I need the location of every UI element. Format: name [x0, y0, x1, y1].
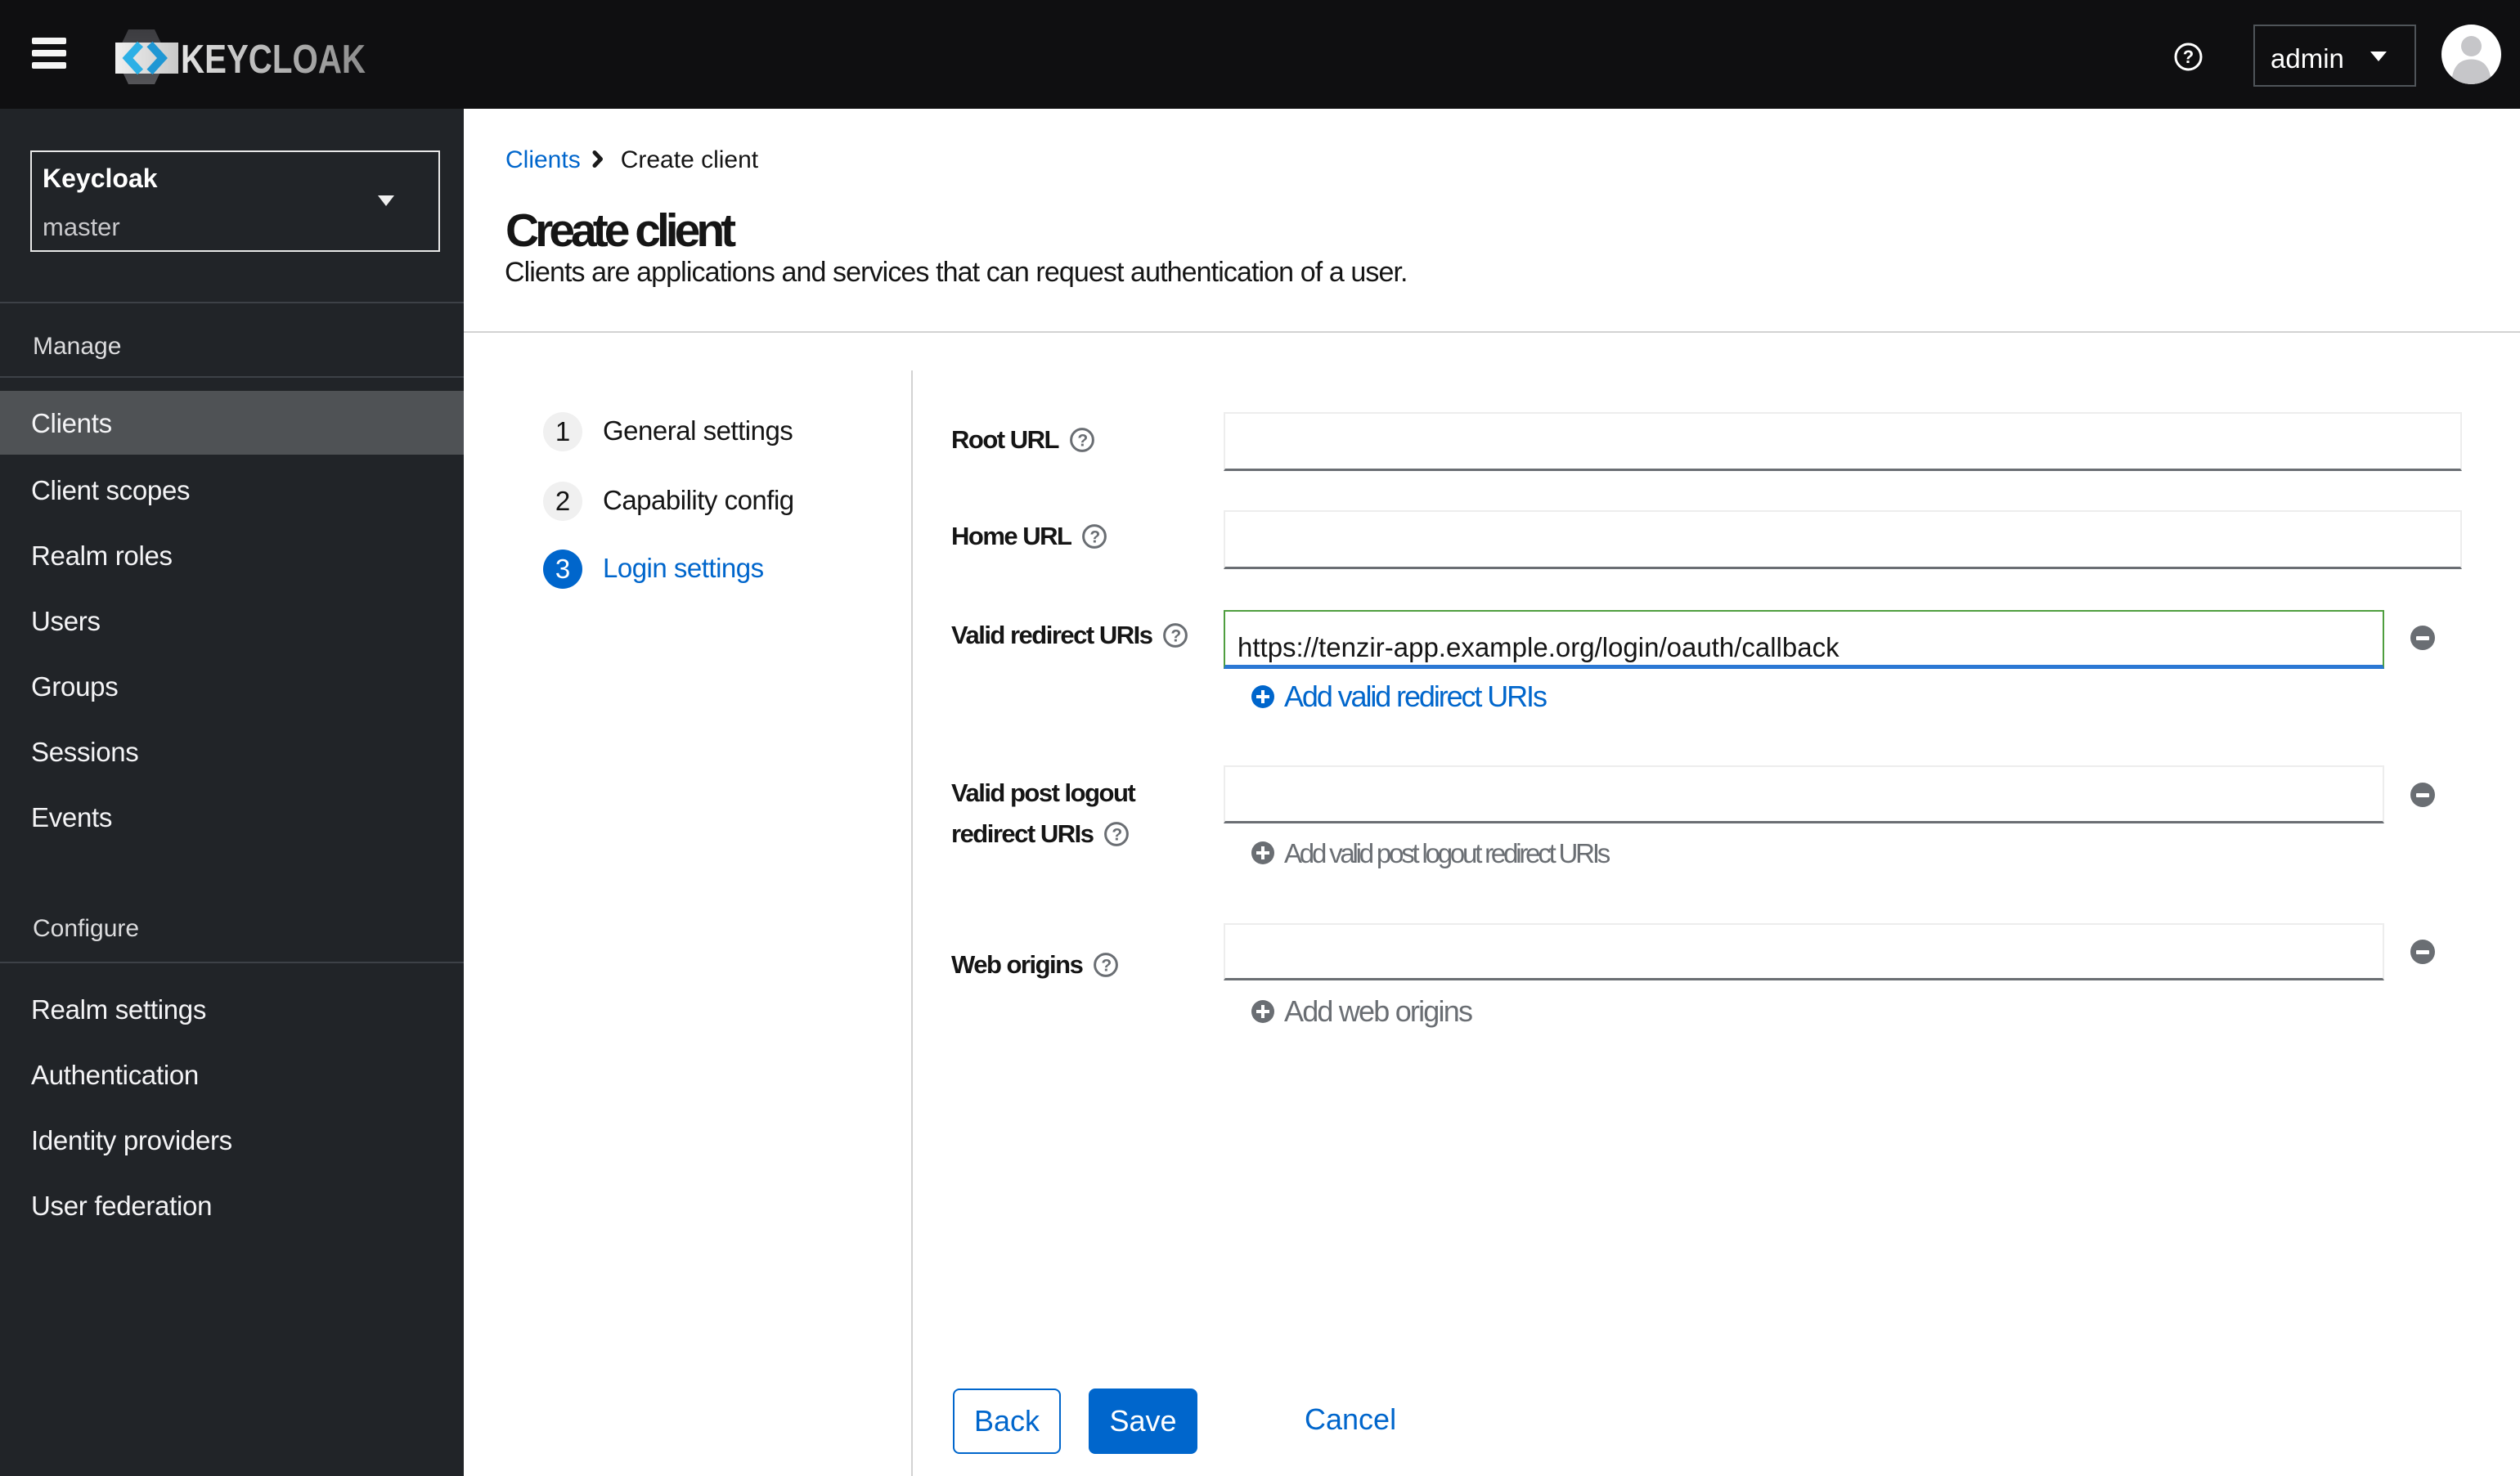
svg-text:?: ? [1090, 528, 1100, 547]
svg-text:KEYCLOAK: KEYCLOAK [181, 38, 366, 82]
svg-text:?: ? [1112, 826, 1122, 845]
svg-text:?: ? [1102, 957, 1112, 976]
svg-text:?: ? [1171, 627, 1181, 646]
svg-text:?: ? [1077, 432, 1087, 451]
svg-text:?: ? [2183, 47, 2194, 67]
